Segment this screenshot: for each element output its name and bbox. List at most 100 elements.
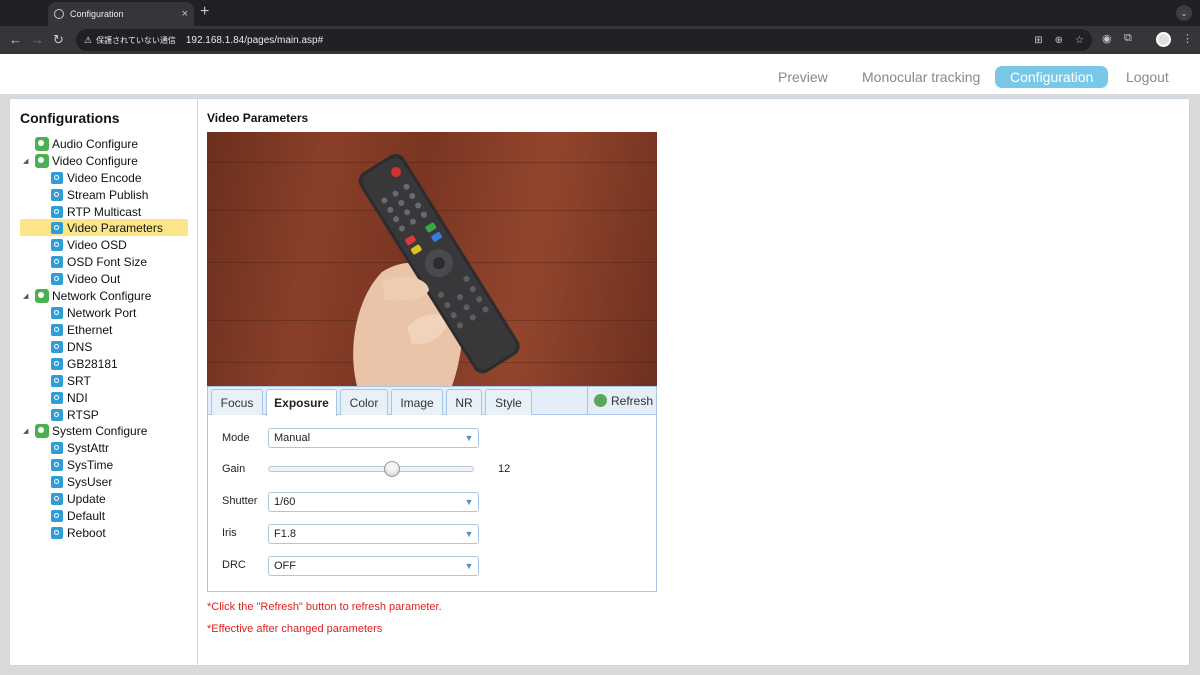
nav-preview[interactable]: Preview bbox=[778, 66, 828, 88]
tree-gb28181[interactable]: GB28181 bbox=[51, 355, 118, 372]
globe-icon bbox=[54, 9, 64, 19]
mode-select[interactable]: Manual ▼ bbox=[268, 428, 479, 448]
tab-nr[interactable]: NR bbox=[446, 389, 482, 415]
main-content: Video Parameters Focus Exposure Color Im… bbox=[207, 99, 1191, 665]
settings-icon bbox=[51, 221, 63, 234]
tree-video-configure[interactable]: ◢ Video Configure bbox=[23, 152, 138, 169]
nav-logout[interactable]: Logout bbox=[1126, 66, 1169, 88]
gain-slider-thumb[interactable] bbox=[383, 461, 400, 477]
shutter-select[interactable]: 1/60 ▼ bbox=[268, 492, 479, 512]
tab-color[interactable]: Color bbox=[340, 389, 388, 415]
tree-systattr[interactable]: SystAttr bbox=[51, 439, 109, 456]
tree-stream-publish[interactable]: Stream Publish bbox=[51, 186, 148, 203]
tab-search-icon[interactable]: ⌄ bbox=[1176, 5, 1192, 21]
tree-video-parameters[interactable]: Video Parameters bbox=[20, 219, 188, 236]
collapse-arrow-icon[interactable]: ◢ bbox=[23, 292, 28, 300]
tab-title: Configuration bbox=[70, 9, 124, 19]
parameters-tab-panel: Focus Exposure Color Image NR Style Refr… bbox=[207, 386, 657, 592]
tree-osd-font-size[interactable]: OSD Font Size bbox=[51, 253, 147, 270]
tree-update[interactable]: Update bbox=[51, 490, 106, 507]
collapse-arrow-icon[interactable]: ◢ bbox=[23, 157, 28, 165]
tree-label: NDI bbox=[67, 390, 88, 405]
sidebar: Configurations Audio Configure ◢ Video C… bbox=[10, 99, 198, 665]
tab-close-icon[interactable]: × bbox=[182, 8, 188, 20]
tree-label: SysTime bbox=[67, 457, 114, 472]
chevron-down-icon: ▼ bbox=[464, 561, 474, 571]
tree-rtsp[interactable]: RTSP bbox=[51, 406, 99, 423]
tree-video-encode[interactable]: Video Encode bbox=[51, 169, 142, 186]
tree-label: RTSP bbox=[67, 407, 99, 422]
forward-icon[interactable]: → bbox=[31, 32, 44, 47]
mode-value: Manual bbox=[274, 432, 311, 444]
tree-ndi[interactable]: NDI bbox=[51, 389, 88, 406]
settings-icon bbox=[51, 255, 63, 268]
tree-video-osd[interactable]: Video OSD bbox=[51, 236, 127, 253]
tree-dns[interactable]: DNS bbox=[51, 338, 92, 355]
profile-avatar[interactable] bbox=[1156, 32, 1171, 47]
warning-icon[interactable]: ⚠ bbox=[84, 35, 92, 46]
tab-style[interactable]: Style bbox=[485, 389, 532, 415]
refresh-label: Refresh bbox=[611, 393, 654, 408]
tree-srt[interactable]: SRT bbox=[51, 372, 91, 389]
tree-audio-configure[interactable]: Audio Configure bbox=[35, 135, 138, 152]
settings-icon bbox=[51, 238, 63, 251]
drc-label: DRC bbox=[222, 559, 246, 571]
tree-label: System Configure bbox=[52, 423, 148, 438]
shutter-label: Shutter bbox=[222, 495, 258, 507]
back-icon[interactable]: ← bbox=[9, 32, 22, 47]
zoom-icon[interactable]: ⊕ bbox=[1055, 35, 1063, 46]
tree-system-configure[interactable]: ◢ System Configure bbox=[23, 422, 148, 439]
gear-group-icon bbox=[35, 288, 49, 303]
settings-icon bbox=[51, 171, 63, 184]
settings-icon bbox=[51, 357, 63, 370]
tab-image[interactable]: Image bbox=[391, 389, 443, 415]
tree-network-configure[interactable]: ◢ Network Configure bbox=[23, 287, 152, 304]
top-navigation: Preview Monocular tracking Configuration… bbox=[0, 54, 1200, 94]
tree-default[interactable]: Default bbox=[51, 507, 105, 524]
chevron-down-icon: ▼ bbox=[464, 497, 474, 507]
reload-icon[interactable]: ↻ bbox=[53, 32, 64, 48]
tree-label: OSD Font Size bbox=[67, 254, 148, 269]
url-text[interactable]: 192.168.1.84/pages/main.asp# bbox=[186, 35, 1022, 46]
settings-icon bbox=[51, 526, 63, 539]
tree-label: Network Configure bbox=[52, 288, 152, 303]
browser-tab[interactable]: Configuration × bbox=[48, 2, 194, 26]
gear-group-icon bbox=[35, 153, 49, 168]
tab-exposure[interactable]: Exposure bbox=[266, 389, 337, 416]
tab-focus[interactable]: Focus bbox=[211, 389, 263, 415]
settings-icon bbox=[51, 408, 63, 421]
gain-slider[interactable] bbox=[268, 466, 474, 472]
address-bar[interactable]: ⚠ 保護されていない通信 192.168.1.84/pages/main.asp… bbox=[76, 29, 1092, 51]
tree-rtp-multicast[interactable]: RTP Multicast bbox=[51, 203, 141, 220]
remote-control-image bbox=[353, 153, 520, 386]
bookmark-star-icon[interactable]: ☆ bbox=[1075, 35, 1084, 46]
new-tab-icon[interactable]: + bbox=[200, 3, 209, 21]
iris-select[interactable]: F1.8 ▼ bbox=[268, 524, 479, 544]
extension-icon[interactable]: ◉ bbox=[1102, 32, 1112, 45]
drc-select[interactable]: OFF ▼ bbox=[268, 556, 479, 576]
iris-value: F1.8 bbox=[274, 528, 297, 540]
nav-configuration[interactable]: Configuration bbox=[995, 66, 1109, 88]
tree-systime[interactable]: SysTime bbox=[51, 456, 113, 473]
refresh-button[interactable]: Refresh bbox=[587, 387, 656, 414]
tree-ethernet[interactable]: Ethernet bbox=[51, 321, 112, 338]
puzzle-icon[interactable]: ⧉ bbox=[1124, 32, 1132, 45]
nav-monocular-tracking[interactable]: Monocular tracking bbox=[862, 66, 980, 88]
tree-network-port[interactable]: Network Port bbox=[51, 304, 136, 321]
settings-icon bbox=[51, 391, 63, 404]
gain-value: 12 bbox=[498, 463, 511, 475]
tree-label: Video OSD bbox=[67, 237, 127, 252]
settings-icon bbox=[51, 188, 63, 201]
sidebar-title: Configurations bbox=[20, 110, 120, 126]
tree-video-out[interactable]: Video Out bbox=[51, 270, 120, 287]
settings-icon bbox=[51, 374, 63, 387]
tree-reboot[interactable]: Reboot bbox=[51, 524, 106, 541]
translate-icon[interactable]: ⊞ bbox=[1034, 35, 1042, 46]
menu-icon[interactable]: ⋮ bbox=[1182, 32, 1193, 45]
tree-sysuser[interactable]: SysUser bbox=[51, 473, 112, 490]
settings-icon bbox=[51, 492, 63, 505]
security-label[interactable]: 保護されていない通信 bbox=[96, 35, 176, 46]
shutter-value: 1/60 bbox=[274, 496, 296, 508]
content-frame: Configurations Audio Configure ◢ Video C… bbox=[0, 94, 1200, 675]
collapse-arrow-icon[interactable]: ◢ bbox=[23, 427, 28, 435]
